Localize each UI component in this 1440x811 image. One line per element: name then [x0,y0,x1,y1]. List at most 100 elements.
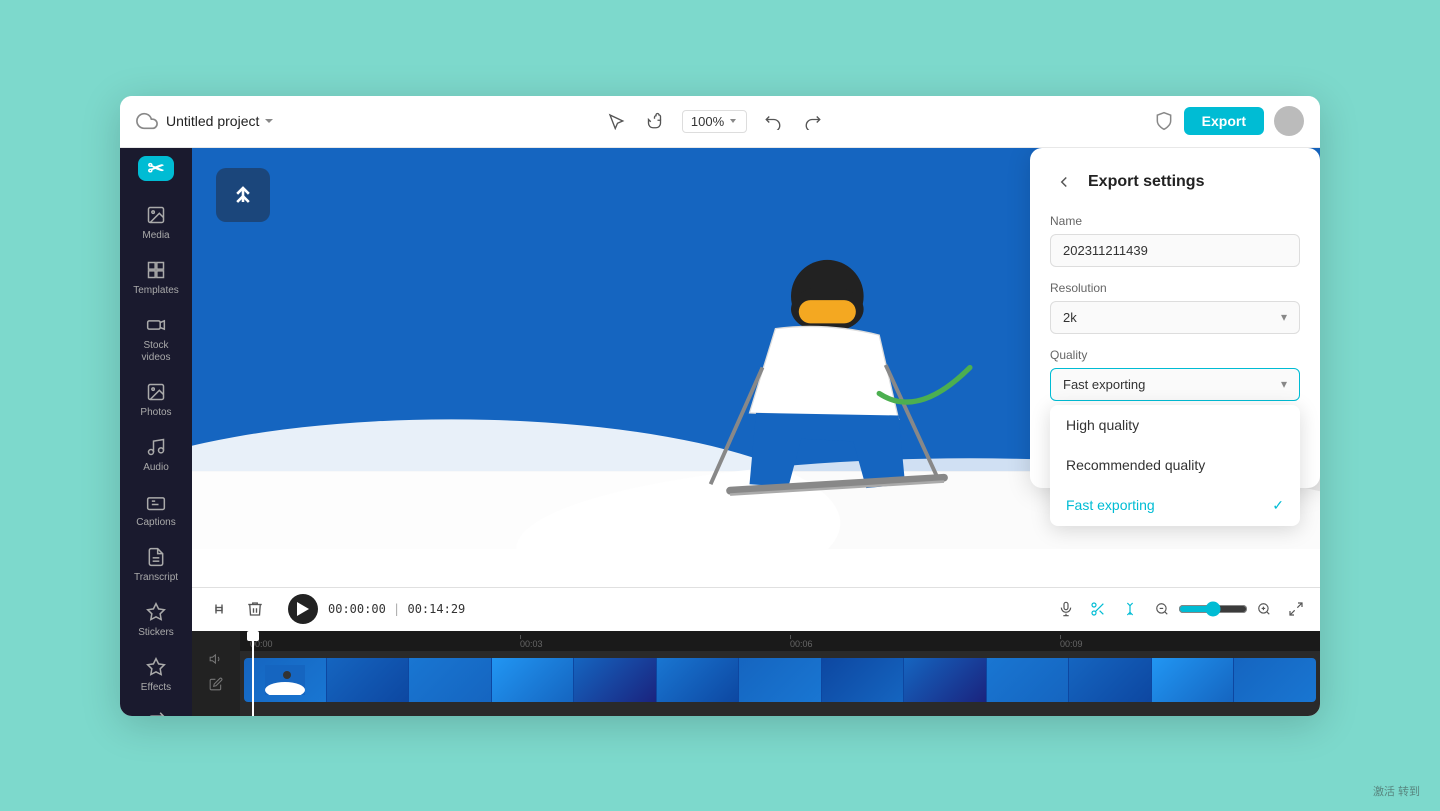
sidebar-item-label: Photos [140,407,171,419]
captions-icon [144,490,168,514]
quality-option-high[interactable]: High quality [1050,405,1300,445]
name-field-group: Name [1050,214,1300,267]
zoom-control[interactable]: 100% [682,110,747,133]
collapse-button[interactable] [216,168,270,222]
top-bar: Untitled project 100% Expo [120,96,1320,148]
sidebar: ✂ Media Templates Stock videos [120,148,192,716]
shield-icon [1154,111,1174,131]
timeline-zoom-slider[interactable] [1178,601,1248,617]
templates-icon [144,258,168,282]
play-button[interactable] [288,594,318,624]
top-bar-left: Untitled project [136,110,275,132]
hand-tool[interactable] [642,107,670,135]
ruler-mark-2: 00:06 [790,639,813,649]
sidebar-item-stickers[interactable]: Stickers [127,594,185,645]
top-bar-right: Export [1154,106,1304,136]
quality-option-recommended-label: Recommended quality [1066,457,1205,473]
back-button[interactable] [1050,168,1078,196]
pencil-icon[interactable] [209,677,223,694]
sidebar-item-captions[interactable]: Captions [127,484,185,535]
sidebar-item-label: Effects [141,682,171,694]
resolution-value: 2k [1063,310,1077,325]
quality-chevron-icon: ▾ [1281,377,1287,391]
split-button[interactable] [1118,597,1142,621]
quality-label: Quality [1050,348,1300,362]
resolution-chevron-icon: ▾ [1281,310,1287,324]
sidebar-item-label: Stock videos [131,340,181,364]
quality-option-fast[interactable]: Fast exporting ✓ [1050,485,1300,526]
sidebar-item-templates[interactable]: Templates [127,252,185,303]
sidebar-item-label: Audio [143,462,169,474]
time-display: 00:00:00 | 00:14:29 [328,602,465,616]
trim-tool-button[interactable] [204,594,234,624]
export-button[interactable]: Export [1184,107,1264,135]
watermark: 激活 转到 [1373,783,1420,799]
quality-dropdown: High quality Recommended quality Fast ex… [1050,405,1300,526]
cut-tool-button[interactable] [1086,597,1110,621]
mic-button[interactable] [1054,597,1078,621]
total-time: 00:14:29 [407,602,465,616]
sidebar-item-label: Captions [136,517,175,529]
app-container: Untitled project 100% Expo [120,96,1320,716]
app-logo: ✂ [138,156,174,181]
quality-select[interactable]: Fast exporting ▾ [1050,368,1300,401]
ruler-mark-1: 00:03 [520,639,543,649]
cloud-save-icon[interactable] [136,110,158,132]
quality-option-high-label: High quality [1066,417,1139,433]
photos-icon [144,380,168,404]
video-preview: Export settings Name Resolution 2k ▾ [192,148,1320,587]
playback-bar: 00:00:00 | 00:14:29 [192,587,1320,631]
main-content: ✂ Media Templates Stock videos [120,148,1320,716]
sidebar-item-photos[interactable]: Photos [127,374,185,425]
quality-option-fast-label: Fast exporting [1066,497,1155,513]
checkmark-icon: ✓ [1272,497,1284,514]
export-settings-panel: Export settings Name Resolution 2k ▾ [1030,148,1320,488]
quality-option-recommended[interactable]: Recommended quality [1050,445,1300,485]
resolution-label: Resolution [1050,281,1300,295]
project-title[interactable]: Untitled project [166,113,275,129]
panel-title: Export settings [1088,173,1204,191]
redo-button[interactable] [799,107,827,135]
media-icon [144,203,168,227]
quality-value: Fast exporting [1063,377,1145,392]
resolution-field-group: Resolution 2k ▾ [1050,281,1300,334]
avatar [1274,106,1304,136]
sidebar-item-label: Templates [133,285,179,297]
stock-videos-icon [144,313,168,337]
sidebar-item-transitions[interactable]: Transitions [127,704,185,716]
fullscreen-button[interactable] [1284,597,1308,621]
effects-icon [144,655,168,679]
editor-area: Export settings Name Resolution 2k ▾ [192,148,1320,716]
quality-field-group: Quality Fast exporting ▾ High quality Re… [1050,348,1300,401]
sidebar-item-label: Transcript [134,572,178,584]
playback-icons [1054,597,1308,621]
sidebar-item-audio[interactable]: Audio [127,429,185,480]
sidebar-item-transcript[interactable]: Transcript [127,539,185,590]
undo-button[interactable] [759,107,787,135]
timeline-area: 00:00 00:03 00:06 00:09 [192,631,1320,716]
volume-icon[interactable] [209,652,223,669]
audio-icon [144,435,168,459]
cursor-tool[interactable] [602,107,630,135]
transitions-icon [144,710,168,716]
ruler-mark-3: 00:09 [1060,639,1083,649]
top-bar-center: 100% [275,107,1153,135]
timeline-track[interactable] [244,658,1316,702]
current-time: 00:00:00 [328,602,386,616]
name-label: Name [1050,214,1300,228]
export-panel-header: Export settings [1050,168,1300,196]
sidebar-item-effects[interactable]: Effects [127,649,185,700]
zoom-in-button[interactable] [1252,597,1276,621]
timeline-playhead [252,631,254,716]
time-separator: | [393,602,407,616]
resolution-select[interactable]: 2k ▾ [1050,301,1300,334]
sidebar-item-media[interactable]: Media [127,197,185,248]
transcript-icon [144,545,168,569]
sidebar-item-stock-videos[interactable]: Stock videos [127,307,185,370]
stickers-icon [144,600,168,624]
zoom-slider-group [1150,597,1276,621]
zoom-out-button[interactable] [1150,597,1174,621]
delete-tool-button[interactable] [240,594,270,624]
sidebar-item-label: Media [142,230,169,242]
name-input[interactable] [1050,234,1300,267]
